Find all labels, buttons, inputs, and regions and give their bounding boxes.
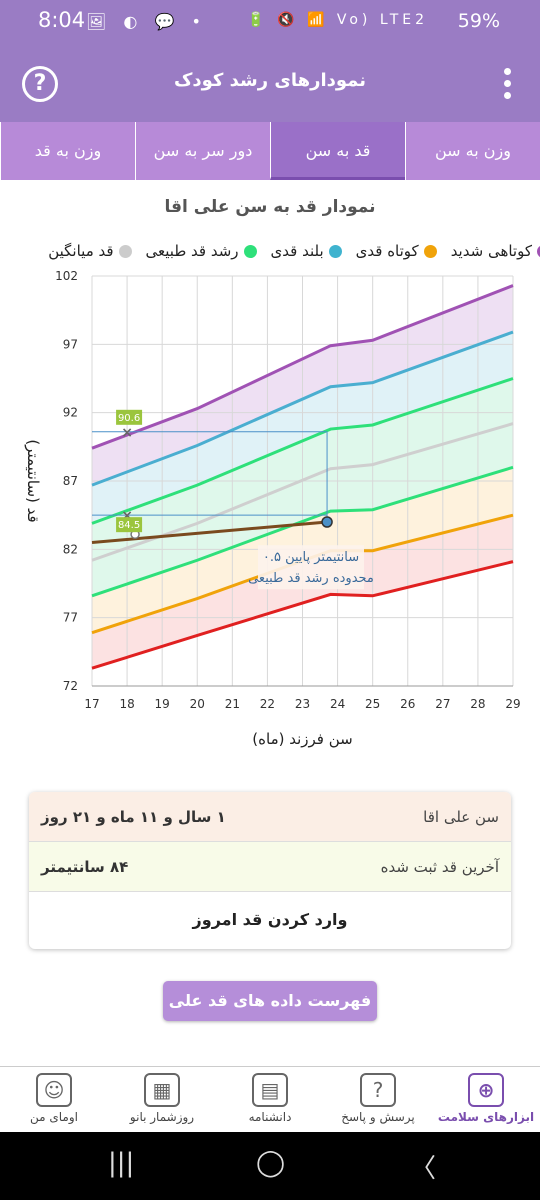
enter-height-button[interactable]: وارد کردن قد امروز bbox=[29, 892, 511, 947]
nav-label: اومای من bbox=[30, 1110, 78, 1124]
legend-dot bbox=[118, 244, 132, 258]
height-label: آخرین قد ثبت شده bbox=[380, 857, 499, 876]
status-bar: 8:04 🖼 ◐ 💬 • 🔋 🔇 📶 Vo) LTE2 59% bbox=[0, 0, 540, 44]
nav-label: دانشنامه bbox=[248, 1110, 292, 1124]
tab-weight-height[interactable]: وزن به قد bbox=[0, 122, 135, 180]
x-tick-label: 29 bbox=[505, 697, 520, 711]
age-label: سن علی اقا bbox=[423, 807, 499, 826]
x-tick-label: 18 bbox=[119, 697, 134, 711]
legend-label: قد میانگین bbox=[48, 242, 114, 260]
x-tick-label: 23 bbox=[295, 697, 310, 711]
annotation-line-2: محدوده رشد قد طبیعی bbox=[248, 571, 374, 586]
y-tick-label: 92 bbox=[63, 406, 78, 420]
status-time: 8:04 bbox=[38, 8, 86, 32]
x-tick-label: 26 bbox=[400, 697, 415, 711]
height-for-age-chart: 17 18 19 20 21 22 23 24 25 26 27 28 29 72 77 82 87 92 97 10… bbox=[24, 269, 521, 748]
legend-item[interactable]: بلند قدی bbox=[271, 242, 342, 260]
annotation-line-1: ۰.۵ سانتیمتر پایین bbox=[263, 550, 359, 565]
marker-x: × bbox=[121, 425, 133, 441]
legend-label: بلند قدی bbox=[270, 242, 324, 260]
x-tick-label: 27 bbox=[435, 697, 450, 711]
recent-apps-icon[interactable]: ||| bbox=[108, 1148, 134, 1178]
y-tick-label: 72 bbox=[63, 679, 78, 693]
x-axis-label: سن فرزند (ماه) bbox=[252, 730, 352, 748]
notification-icons: 🖼 ◐ 💬 • bbox=[86, 12, 207, 31]
marker-label: 90.6 bbox=[118, 413, 140, 424]
nav-profile[interactable]: ☺ اومای من bbox=[0, 1067, 108, 1132]
nav-qa[interactable]: ? پرسش و پاسخ bbox=[324, 1067, 432, 1132]
system-nav-bar: ||| ◯ 〈 bbox=[0, 1132, 540, 1200]
x-tick-label: 24 bbox=[330, 697, 345, 711]
height-list-button[interactable]: فهرست داده های قد علی اقا bbox=[163, 981, 377, 1050]
app-bar: ? نمودارهای رشد کودک bbox=[0, 44, 540, 122]
legend-item[interactable]: قد میانگین bbox=[48, 242, 132, 260]
height-row: ۸۴ سانتیمتر آخرین قد ثبت شده bbox=[29, 842, 511, 892]
y-tick-label: 102 bbox=[55, 269, 78, 283]
page-title: نمودارهای رشد کودک bbox=[173, 70, 367, 91]
chart-legend: کوتاهی شدید کوتاه قدی بلند قدی رشد قد طب… bbox=[48, 242, 540, 260]
kebab-menu-icon[interactable] bbox=[504, 68, 512, 102]
x-tick-label: 19 bbox=[155, 697, 170, 711]
legend-item[interactable]: کوتاه قدی bbox=[356, 242, 437, 260]
book-icon: ▤ bbox=[252, 1073, 288, 1107]
calendar-icon: ▦ bbox=[144, 1073, 180, 1107]
x-tick-label: 28 bbox=[470, 697, 485, 711]
legend-dot bbox=[423, 244, 437, 258]
marker-label: 84.5 bbox=[118, 520, 140, 531]
x-tick-label: 21 bbox=[225, 697, 240, 711]
y-tick-label: 77 bbox=[63, 611, 78, 625]
medical-kit-icon: ⊕ bbox=[468, 1073, 504, 1107]
info-card: ۱ سال و ۱۱ ماه و ۲۱ روز سن علی اقا ۸۴ سا… bbox=[29, 792, 511, 949]
legend-dot bbox=[328, 244, 342, 258]
chart-tabs: وزن به سن قد به سن دور سر به سن وزن به ق… bbox=[0, 122, 540, 180]
battery-level: 59% bbox=[457, 10, 500, 32]
y-tick-label: 82 bbox=[63, 542, 78, 556]
legend-item[interactable]: کوتاهی شدید bbox=[451, 242, 540, 260]
y-tick-label: 87 bbox=[63, 474, 78, 488]
home-icon[interactable]: ◯ bbox=[256, 1148, 285, 1178]
legend-label: کوتاه قدی bbox=[355, 242, 419, 260]
legend-item[interactable]: رشد قد طبیعی bbox=[146, 242, 257, 260]
tab-head-age[interactable]: دور سر به سن bbox=[135, 122, 270, 180]
nav-label: پرسش و پاسخ bbox=[341, 1110, 415, 1124]
x-tick-label: 22 bbox=[260, 697, 275, 711]
signal-icons: 🔋 🔇 📶 Vo) LTE2 bbox=[247, 12, 428, 28]
nav-label: روزشمار بانو bbox=[129, 1110, 195, 1124]
legend-label: رشد قد طبیعی bbox=[145, 242, 239, 260]
legend-dot bbox=[243, 244, 257, 258]
height-value: ۸۴ سانتیمتر bbox=[41, 857, 129, 876]
tab-height-age[interactable]: قد به سن bbox=[270, 122, 405, 180]
y-tick-label: 97 bbox=[63, 337, 78, 351]
back-icon[interactable]: 〈 bbox=[410, 1148, 436, 1185]
nav-health-tools[interactable]: ⊕ ابزارهای سلامت bbox=[432, 1067, 540, 1132]
y-axis-label: قد (سانتیمتر) bbox=[24, 439, 42, 522]
x-tick-label: 20 bbox=[190, 697, 205, 711]
legend-label: کوتاهی شدید bbox=[450, 242, 532, 260]
x-tick-label: 25 bbox=[365, 697, 380, 711]
child-point bbox=[321, 516, 333, 528]
x-tick-label: 17 bbox=[84, 697, 99, 711]
bottom-nav: ⊕ ابزارهای سلامت ? پرسش و پاسخ ▤ دانشنام… bbox=[0, 1066, 540, 1132]
user-avatar-icon: ☺ bbox=[36, 1073, 72, 1107]
age-row: ۱ سال و ۱۱ ماه و ۲۱ روز سن علی اقا bbox=[29, 792, 511, 842]
tab-weight-age[interactable]: وزن به سن bbox=[405, 122, 540, 180]
chart-title: نمودار قد به سن علی اقا bbox=[164, 197, 376, 217]
nav-encyclopedia[interactable]: ▤ دانشنامه bbox=[216, 1067, 324, 1132]
age-value: ۱ سال و ۱۱ ماه و ۲۱ روز bbox=[41, 807, 226, 826]
nav-label: ابزارهای سلامت bbox=[437, 1110, 535, 1124]
question-icon: ? bbox=[360, 1073, 396, 1107]
nav-calendar[interactable]: ▦ روزشمار بانو bbox=[108, 1067, 216, 1132]
